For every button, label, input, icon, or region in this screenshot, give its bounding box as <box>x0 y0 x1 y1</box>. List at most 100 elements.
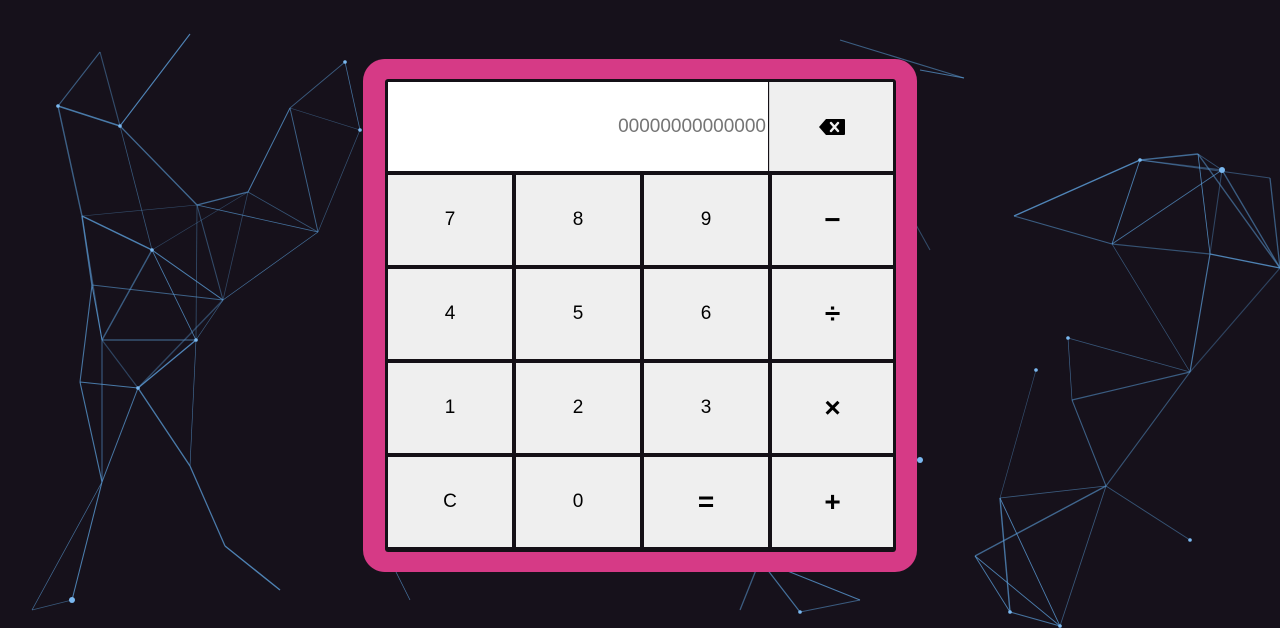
network-line <box>317 129 361 233</box>
network-line <box>1111 169 1223 245</box>
network-line <box>1111 243 1191 373</box>
network-line <box>224 545 281 591</box>
network-node <box>1066 336 1070 340</box>
network-line <box>1111 159 1141 245</box>
network-line <box>119 125 198 206</box>
network-line <box>196 204 224 301</box>
network-node <box>56 104 60 108</box>
network-line <box>1067 337 1073 401</box>
key-2[interactable]: 2 <box>516 363 640 453</box>
network-line <box>1013 215 1113 245</box>
network-node <box>150 248 154 252</box>
network-node <box>917 457 923 463</box>
clear-button[interactable]: C <box>388 457 512 547</box>
network-line <box>151 191 249 251</box>
add-button[interactable]: + <box>772 457 893 547</box>
backspace-button[interactable] <box>769 82 893 171</box>
network-line <box>195 204 198 341</box>
page-background: 00000000000000 7 8 9− 4 5 6 ÷ 1 2 3 × C 0 = + <box>0 0 1280 628</box>
network-line <box>344 61 361 131</box>
network-line <box>222 231 319 301</box>
network-line <box>79 381 103 483</box>
key-7[interactable]: 7 <box>388 175 512 265</box>
network-node <box>1058 624 1062 628</box>
network-line <box>999 369 1037 499</box>
network-line <box>91 284 224 301</box>
network-node <box>1008 610 1012 614</box>
network-node <box>1219 167 1225 173</box>
network-line <box>91 284 103 341</box>
network-line <box>1071 399 1107 487</box>
network-line <box>222 191 249 301</box>
key-1[interactable]: 1 <box>388 363 512 453</box>
network-line <box>189 339 197 467</box>
network-line <box>151 249 224 301</box>
network-line <box>79 381 139 389</box>
network-node <box>136 386 140 390</box>
network-line <box>57 105 83 217</box>
network-line <box>119 125 153 251</box>
network-line <box>196 191 249 206</box>
calculator-frame: 00000000000000 7 8 9− 4 5 6 ÷ 1 2 3 × C 0 = + <box>363 59 917 572</box>
network-line <box>1105 485 1191 541</box>
key-3[interactable]: 3 <box>644 363 768 453</box>
network-node <box>1034 368 1038 372</box>
key-5[interactable]: 5 <box>516 269 640 359</box>
equals-button[interactable]: = <box>644 457 768 547</box>
network-node <box>69 597 75 603</box>
network-line <box>1209 253 1280 269</box>
network-line <box>79 284 93 383</box>
network-line <box>1209 169 1223 255</box>
network-line <box>101 339 139 389</box>
network-line <box>137 299 224 389</box>
network-line <box>71 481 103 601</box>
network-line <box>974 555 1011 613</box>
network-line <box>99 51 121 127</box>
network-line <box>247 191 319 233</box>
subtract-button[interactable]: − <box>772 175 893 265</box>
network-line <box>289 107 319 233</box>
network-line <box>151 249 197 341</box>
calculator-body: 00000000000000 7 8 9− 4 5 6 ÷ 1 2 3 × C 0 = + <box>385 79 896 552</box>
key-9[interactable]: 9 <box>644 175 768 265</box>
network-line <box>1139 153 1199 161</box>
network-node <box>1138 158 1142 162</box>
network-line <box>999 485 1107 499</box>
network-line <box>195 299 224 341</box>
network-node <box>798 610 802 614</box>
network-line <box>101 249 153 341</box>
network-line <box>189 465 226 547</box>
network-line <box>81 215 153 251</box>
network-line <box>137 339 197 389</box>
network-line <box>31 599 73 611</box>
backspace-icon <box>818 118 845 135</box>
network-line <box>119 33 191 127</box>
calculator-display: 00000000000000 <box>388 82 768 171</box>
network-line <box>81 204 198 217</box>
network-line <box>1013 159 1141 217</box>
network-line <box>1111 243 1211 255</box>
multiply-button[interactable]: × <box>772 363 893 453</box>
network-line <box>101 387 139 483</box>
network-node <box>118 124 122 128</box>
key-0[interactable]: 0 <box>516 457 640 547</box>
divide-button[interactable]: ÷ <box>772 269 893 359</box>
network-node <box>1188 538 1192 542</box>
network-line <box>196 204 319 233</box>
key-6[interactable]: 6 <box>644 269 768 359</box>
network-line <box>289 107 361 131</box>
key-4[interactable]: 4 <box>388 269 512 359</box>
network-line <box>974 555 1061 627</box>
network-line <box>31 481 103 611</box>
network-node <box>358 128 362 132</box>
network-node <box>194 338 198 342</box>
network-node <box>343 60 347 64</box>
network-line <box>1067 337 1191 373</box>
network-line <box>1009 611 1061 627</box>
network-line <box>247 107 291 193</box>
key-8[interactable]: 8 <box>516 175 640 265</box>
network-line <box>57 105 121 127</box>
network-line <box>1189 267 1280 373</box>
network-line <box>289 61 346 109</box>
network-line <box>1189 253 1211 373</box>
